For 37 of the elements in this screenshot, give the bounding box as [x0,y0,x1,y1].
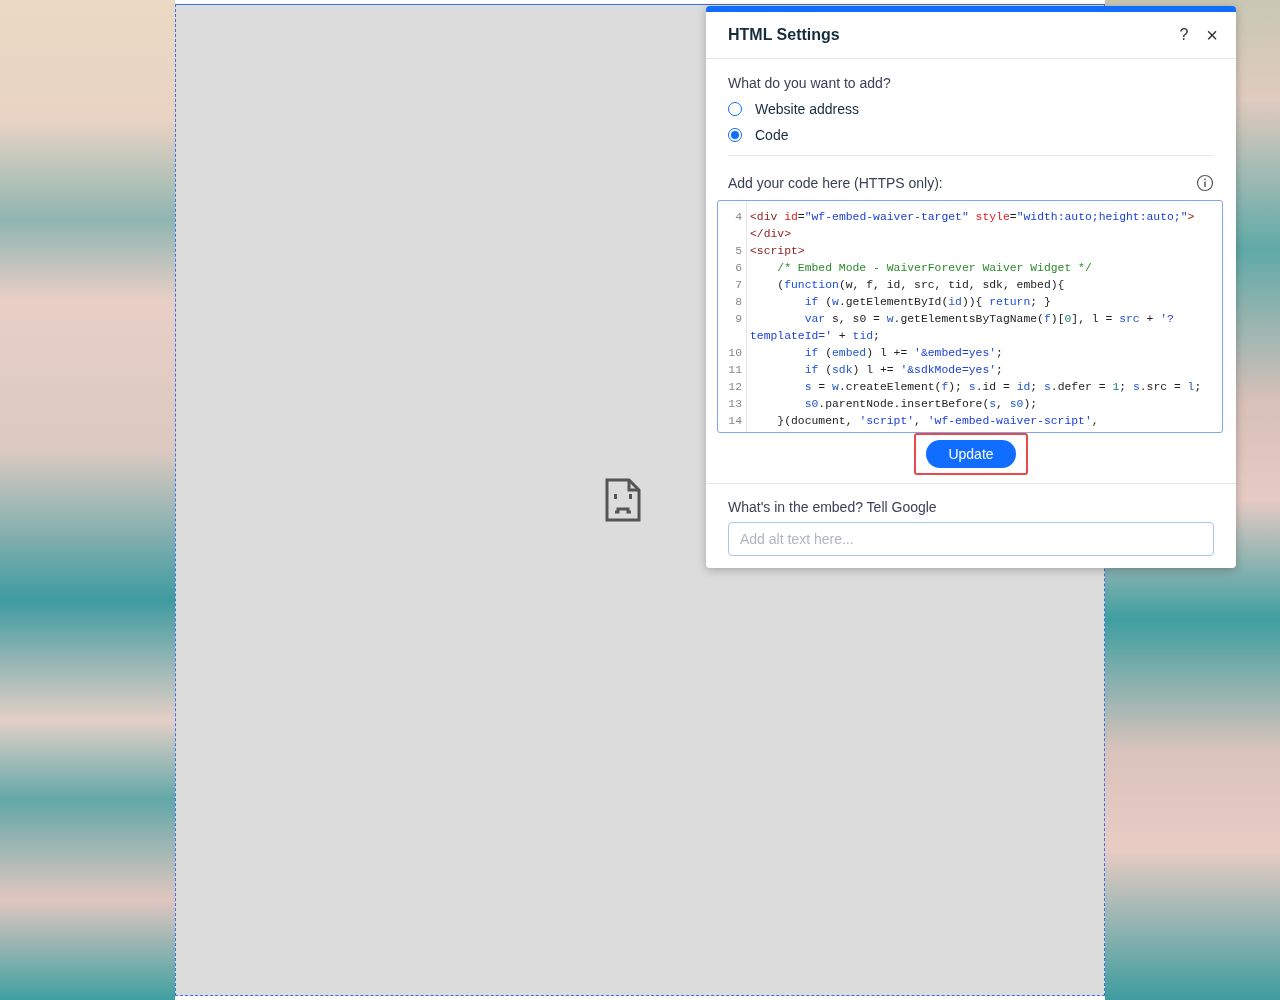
code-label: Add your code here (HTTPS only): [728,175,943,191]
alt-text-label: What's in the embed? Tell Google [728,499,938,515]
alt-text-field[interactable]: Add alt text here... [728,522,1214,556]
line-number: 8 [735,296,742,308]
code-line: var s, s0 = w.getElementsByTagName(f)[0], l = src + '? [803,312,1174,327]
line-number: 13 [728,398,742,410]
code-line: s0.parentNode.insertBefore(s, s0); [803,397,1038,412]
code-line: <div id="wf-embed-waiver-target" style="width:auto;height:auto;"> [749,210,1195,225]
question-label: What do you want to add? [728,75,892,91]
code-line: if (embed) l += '&embed=yes'; [803,346,1003,361]
close-button[interactable]: × [1202,21,1222,49]
code-line: <script> [749,244,805,259]
help-button[interactable]: ? [1175,21,1193,49]
line-number: 5 [735,245,742,257]
code-line: (function(w, f, id, src, tid, sdk, embed){ [776,278,1065,293]
option-label[interactable]: Code [755,127,789,143]
broken-page-icon [605,478,641,522]
line-number: 12 [728,381,742,393]
option-label[interactable]: Website address [755,101,859,117]
code-line: }(document, 'script', 'wf-embed-waiver-script', [776,414,1099,429]
code-line: </div> [749,227,791,242]
line-number: 14 [728,415,742,427]
line-number: 9 [735,313,742,325]
code-line: if (w.getElementById(id)){ return; } [803,295,1051,310]
code-editor[interactable] [717,200,1223,433]
line-number: 4 [735,211,742,223]
line-number: 7 [735,279,742,291]
line-number: 6 [735,262,742,274]
dialog-title: HTML Settings [728,26,840,44]
code-line: templateId=' + tid; [749,329,880,344]
line-number: 11 [728,364,742,376]
code-line: if (sdk) l += '&sdkMode=yes'; [803,363,1003,378]
line-number: 10 [728,347,742,359]
code-line: /* Embed Mode - WaiverForever Waiver Widget */ [776,261,1092,276]
code-line: s = w.createElement(f); s.id = id; s.defer = 1; s.src = l; [803,380,1202,395]
update-button[interactable]: Update [926,440,1016,468]
info-icon[interactable] [1196,174,1214,192]
